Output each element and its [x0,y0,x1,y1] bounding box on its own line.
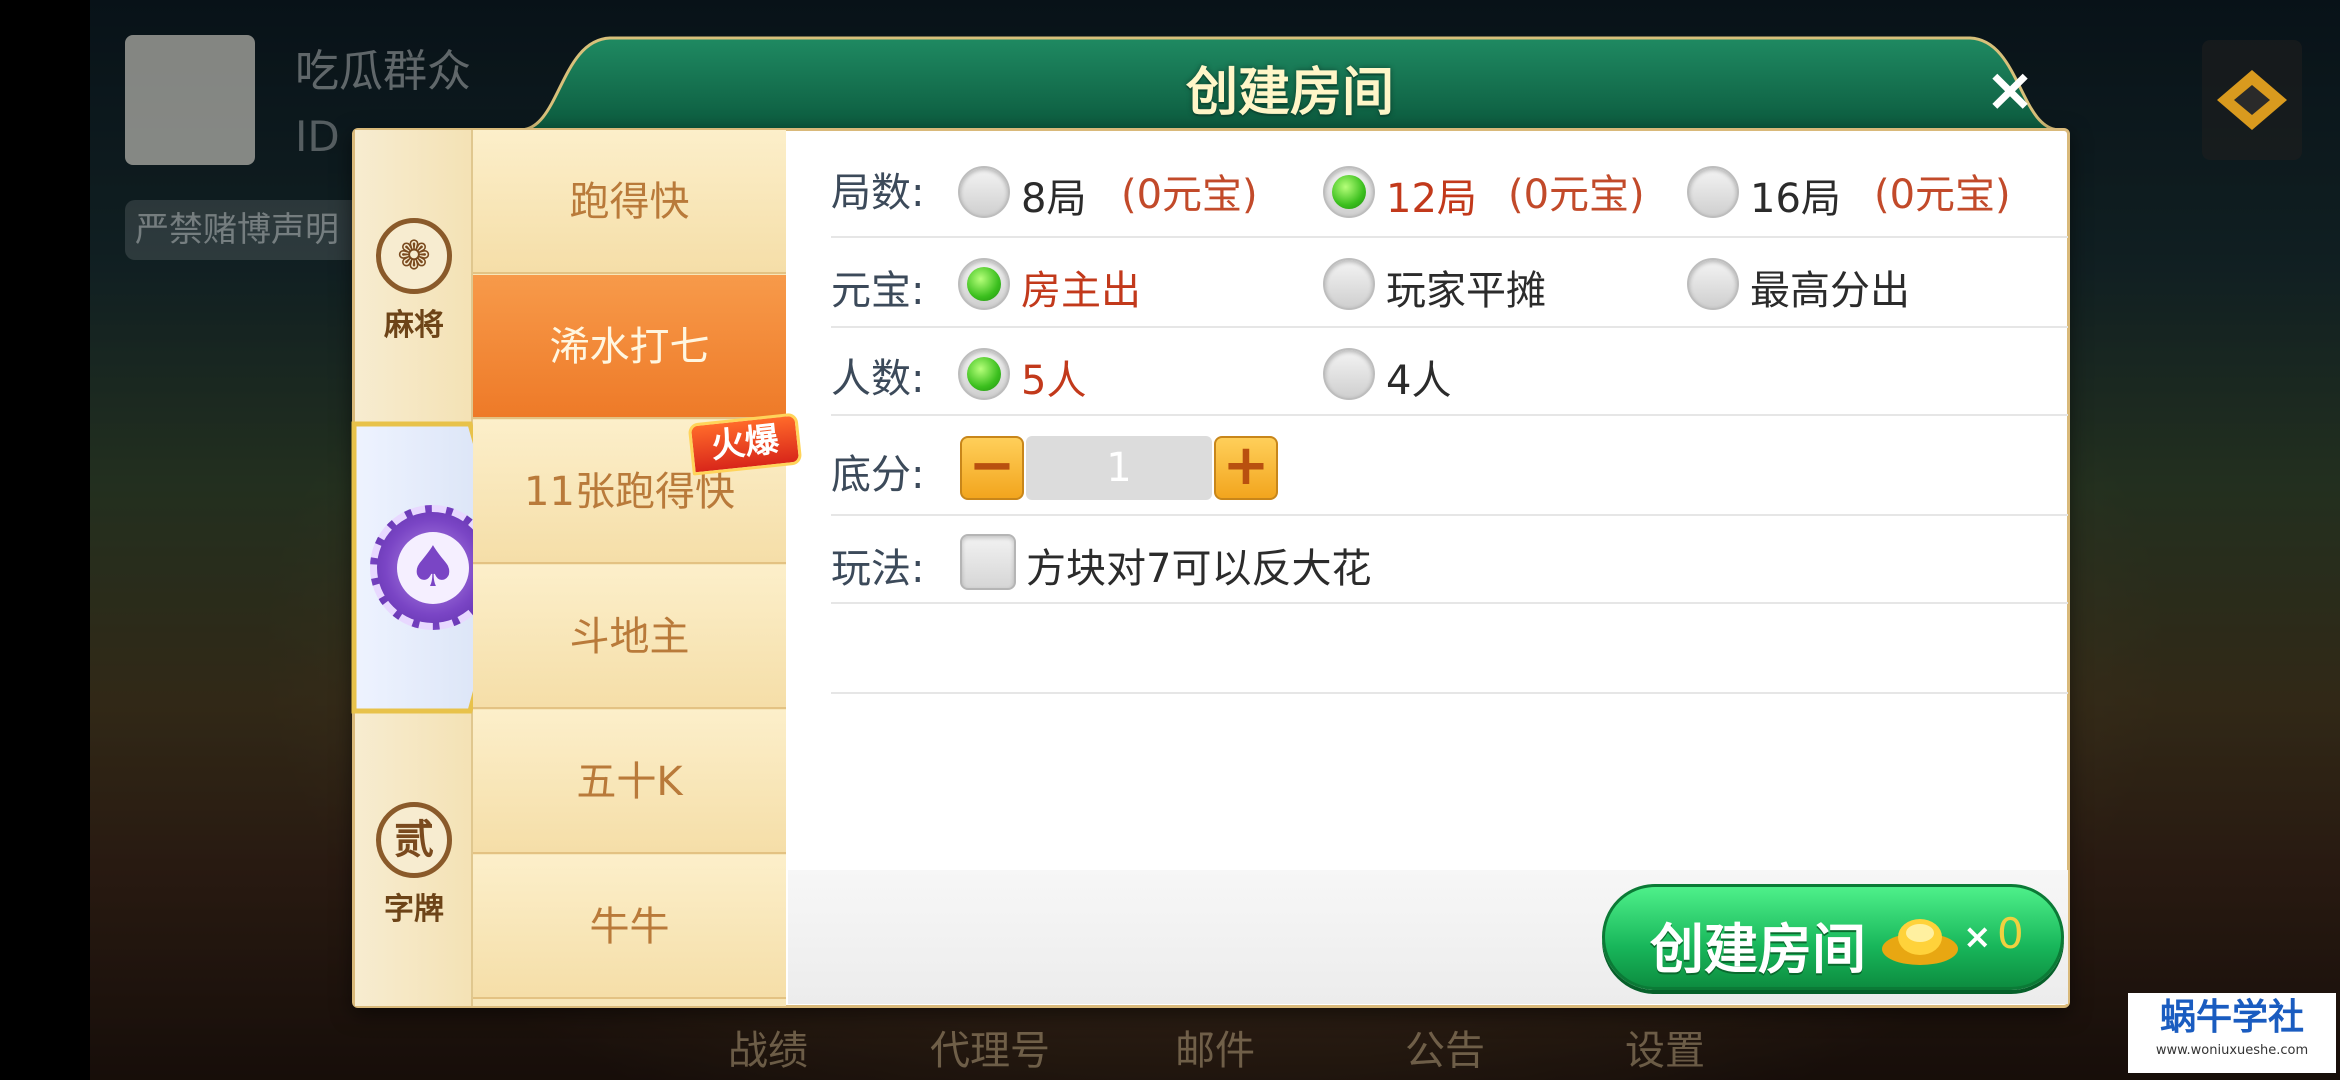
base-score-label: 底分: [831,452,925,498]
ingot-split-radio[interactable] [1323,258,1375,310]
watermark-title: 蜗牛学社 [2159,997,2304,1038]
rounds-12-label: 12局 [1386,176,1477,222]
nav-record[interactable]: 战绩 [728,1018,808,1076]
player-name: 吃瓜群众 [295,46,471,97]
players-4-label: 4人 [1386,358,1452,404]
game-item-selected[interactable]: 浠水打七 [473,275,786,419]
category-mahjong[interactable]: ❁ 麻将 [355,218,473,344]
players-5-label: 5人 [1021,358,1087,404]
game-item[interactable]: 五十K [473,710,786,854]
nav-notice[interactable]: 公告 [1405,1018,1485,1076]
rules-label: 玩法: [831,546,925,592]
spade-icon: ♠ [397,532,469,604]
nav-settings[interactable]: 设置 [1625,1018,1705,1076]
game-item[interactable]: 牛牛 [473,855,786,999]
ingot-row: 元宝: 房主出 玩家平摊 最高分出 [831,238,2068,328]
rounds-8-label: 8局 [1021,176,1087,222]
game-item[interactable]: 斗地主 [473,565,786,709]
ingot-cost-count: 0 [1997,909,2024,958]
rounds-16-radio[interactable] [1687,166,1739,218]
increase-button[interactable]: + [1214,436,1278,500]
rule-checkbox-label: 方块对7可以反大花 [1026,546,1372,592]
mahjong-icon: ❁ [376,218,452,294]
category-label: 麻将 [384,308,444,343]
ingot-highest-radio[interactable] [1687,258,1739,310]
players-4-radio[interactable] [1323,348,1375,400]
ingot-label: 元宝: [831,268,925,314]
dialog-title: 创建房间 [1185,63,1394,123]
options-area: 局数: 8局 (0元宝) 12局 (0元宝) 16局 (0元宝) 元宝: 房主出… [786,130,2068,870]
base-score-value: 1 [1026,436,1212,500]
rule-checkbox[interactable] [960,534,1016,590]
rounds-16-label: 16局 [1750,176,1841,222]
category-label: 字牌 [384,892,444,927]
ingot-host-radio[interactable] [958,258,1010,310]
menu-icon[interactable] [2202,40,2302,160]
rounds-12-cost: (0元宝) [1508,172,1645,218]
ingot-split-label: 玩家平摊 [1386,268,1546,314]
nav-agent[interactable]: 代理号 [930,1018,1050,1076]
gold-ingot-icon [1882,919,1958,965]
rounds-12-radio[interactable] [1323,166,1375,218]
game-item[interactable]: 跑得快 [473,130,786,274]
ingot-highest-label: 最高分出 [1750,268,1910,314]
rounds-label: 局数: [831,170,925,216]
rounds-8-cost: (0元宝) [1121,172,1258,218]
avatar[interactable] [125,35,255,165]
players-5-radio[interactable] [958,348,1010,400]
ingot-host-label: 房主出 [1021,268,1141,314]
rounds-row: 局数: 8局 (0元宝) 12局 (0元宝) 16局 (0元宝) [831,130,2068,238]
bottom-nav: 战绩 代理号 邮件 公告 设置 [0,1010,2340,1080]
gambling-warning-button[interactable]: 严禁赌博声明 [125,200,385,260]
watermark: 蜗牛学社 www.woniuxueshe.com [2128,993,2336,1073]
rules-row: 玩法: 方块对7可以反大花 [831,516,2068,604]
nav-mail[interactable]: 邮件 [1175,1018,1255,1076]
rounds-16-cost: (0元宝) [1874,172,2011,218]
close-button[interactable]: × [1975,55,2045,125]
dialog-header: 创建房间 [520,30,2060,130]
category-zipai[interactable]: 贰 字牌 [355,802,473,928]
create-room-button[interactable]: 创建房间 × 0 [1602,884,2064,990]
create-room-label: 创建房间 [1650,918,1866,981]
player-id: ID [295,112,340,161]
watermark-url: www.woniuxueshe.com [2155,1043,2309,1058]
zipai-icon: 贰 [376,802,452,878]
game-list: 跑得快 浠水打七 11张跑得快 斗地主 五十K 牛牛 [473,130,786,1006]
empty-row [831,604,2068,694]
base-score-row: 底分: − 1 + [831,416,2068,516]
players-row: 人数: 5人 4人 [831,328,2068,416]
times-sign: × [1963,917,1992,957]
decrease-button[interactable]: − [960,436,1024,500]
rounds-8-radio[interactable] [958,166,1010,218]
players-label: 人数: [831,356,925,402]
